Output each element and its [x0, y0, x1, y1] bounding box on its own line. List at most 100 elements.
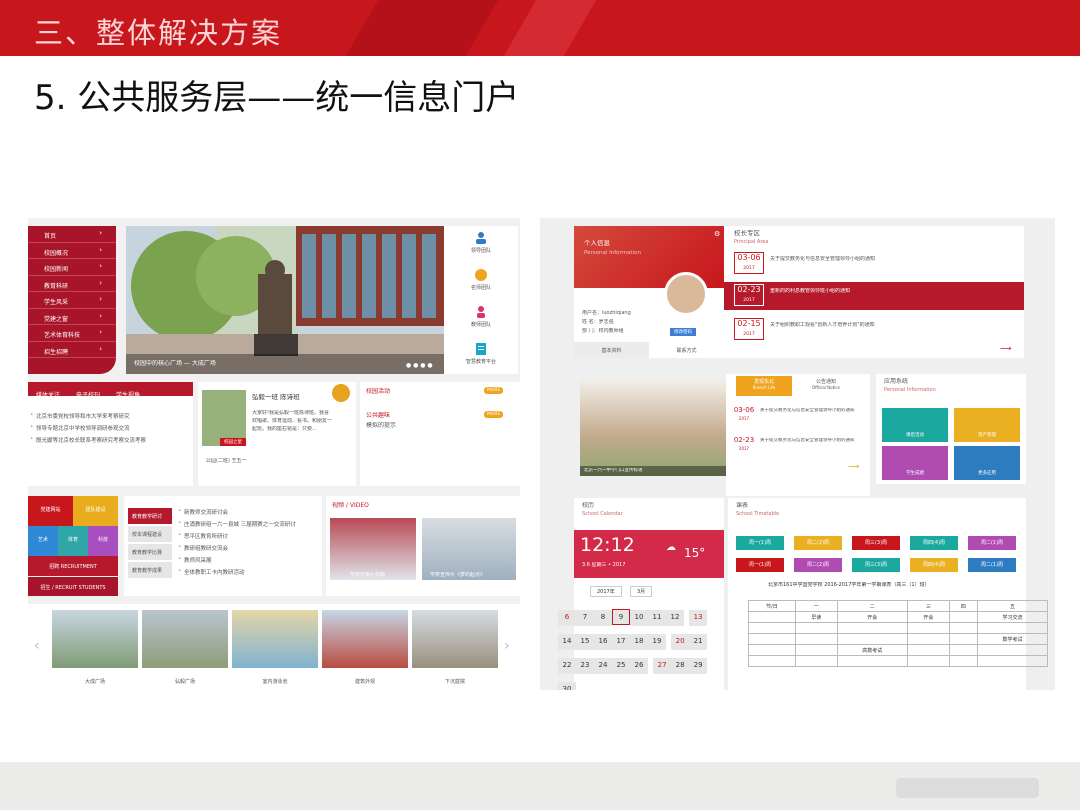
- week-button[interactable]: 周二(2)周: [794, 536, 842, 550]
- app-tile[interactable]: 资产管理: [954, 408, 1020, 442]
- change-password-button[interactable]: 修改密码: [670, 328, 696, 336]
- tab[interactable]: 电子校刊: [68, 387, 108, 402]
- calendar-day[interactable]: 8: [594, 610, 612, 626]
- link-teachers[interactable]: 名师团队: [444, 263, 518, 300]
- tile[interactable]: 艺术: [28, 526, 58, 556]
- app-tile[interactable]: 课后活动: [882, 408, 948, 442]
- sub-tab[interactable]: 校本课程建设: [128, 526, 172, 542]
- list-item[interactable]: 教研组教研交流会: [176, 542, 320, 554]
- calendar-day[interactable]: 16: [594, 634, 612, 650]
- table-cell[interactable]: 开会: [836, 611, 908, 623]
- calendar-day[interactable]: 10: [630, 610, 648, 626]
- menu-item[interactable]: 校园新闻: [28, 259, 116, 276]
- calendar-day[interactable]: 27: [653, 658, 672, 674]
- tab-branch[interactable]: 发现东北 Branch Life: [736, 376, 792, 396]
- calendar-day[interactable]: 30: [558, 682, 576, 690]
- news-item[interactable]: 北京市委党校领导和市大学来考察研究: [28, 410, 193, 422]
- table-cell[interactable]: [976, 655, 1049, 667]
- principal-item[interactable]: 重新的的利息教管领导班小组的通知: [770, 288, 850, 294]
- gear-icon[interactable]: ⚙: [714, 230, 720, 238]
- calendar-day[interactable]: 12: [666, 610, 684, 626]
- week-button[interactable]: 周三(3)周: [852, 536, 900, 550]
- principal-item[interactable]: 关于组织教职工观看"创新人才培养计划"的通知: [770, 322, 875, 328]
- menu-item[interactable]: 党建之窗: [28, 309, 116, 325]
- tab-basic[interactable]: 基本资料: [574, 342, 649, 358]
- link-platform[interactable]: 智慧教育平台: [444, 337, 518, 374]
- list-item[interactable]: 庄涌教研组一六一县城 三届期赛之一交流研讨: [176, 518, 320, 530]
- table-cell[interactable]: [906, 633, 950, 645]
- table-cell[interactable]: [836, 622, 908, 634]
- table-cell[interactable]: 高数考试: [836, 644, 908, 656]
- week-button[interactable]: 周三(3)周: [852, 558, 900, 572]
- gallery-thumb[interactable]: [52, 610, 138, 668]
- table-cell[interactable]: [976, 622, 1049, 634]
- tile[interactable]: 团队建设: [73, 496, 118, 526]
- tab[interactable]: 学生视角: [108, 387, 148, 402]
- table-cell[interactable]: [906, 622, 950, 634]
- calendar-day[interactable]: 21: [689, 634, 708, 650]
- tile[interactable]: 科技: [88, 526, 118, 556]
- app-tile[interactable]: 学生成绩: [882, 446, 948, 480]
- more-button[interactable]: MORE: [484, 411, 504, 418]
- table-cell[interactable]: [794, 622, 838, 634]
- calendar-day[interactable]: 19: [648, 634, 666, 650]
- app-tile[interactable]: 更多应用: [954, 446, 1020, 480]
- table-cell[interactable]: 开会: [906, 611, 950, 623]
- notice-item[interactable]: 模拟的提示: [366, 422, 396, 429]
- sub-tab-active[interactable]: 教育教学研讨: [128, 508, 172, 524]
- list-item[interactable]: 思平区教育所研讨: [176, 530, 320, 542]
- video-thumb[interactable]: [422, 518, 516, 580]
- table-cell[interactable]: [794, 644, 838, 656]
- list-item[interactable]: 新教师交流研讨会: [176, 506, 320, 518]
- notice-item[interactable]: 关于提交教务化与信息安全管理领导小组的通知: [760, 408, 868, 413]
- students-button[interactable]: 招生 / RECRUIT STUDENTS: [28, 577, 118, 596]
- gallery-thumb[interactable]: [142, 610, 228, 668]
- calendar-day[interactable]: 26: [630, 658, 648, 674]
- calendar-day[interactable]: 15: [576, 634, 594, 650]
- table-cell[interactable]: [794, 633, 838, 645]
- tab[interactable]: 媒体关注: [28, 387, 68, 402]
- table-cell[interactable]: [906, 644, 950, 656]
- week-button[interactable]: 周一(1)周: [736, 558, 784, 572]
- week-button[interactable]: 周四(4)周: [910, 536, 958, 550]
- table-cell[interactable]: 早读: [794, 611, 838, 623]
- menu-item[interactable]: 招生招聘: [28, 342, 116, 358]
- menu-item[interactable]: 学生风采: [28, 292, 116, 309]
- week-button[interactable]: 周二(1)周: [968, 536, 1016, 550]
- arrow-right-icon[interactable]: ⟶: [848, 462, 859, 471]
- tab-contact[interactable]: 联系方式: [649, 342, 724, 358]
- chevron-left-icon[interactable]: ‹: [34, 638, 40, 654]
- sub-tab[interactable]: 教育教学成果: [128, 562, 172, 578]
- table-cell[interactable]: [976, 644, 1049, 656]
- table-cell[interactable]: 学习交流: [976, 611, 1049, 623]
- calendar-day[interactable]: 7: [576, 610, 594, 626]
- list-item[interactable]: 全体教职工卡内教研活动: [176, 566, 320, 578]
- table-cell[interactable]: [948, 655, 978, 667]
- table-cell[interactable]: [948, 611, 978, 623]
- menu-item[interactable]: 教育科研: [28, 276, 116, 292]
- news-item[interactable]: 领导专题北京中学校领导调研参观交流: [28, 422, 193, 434]
- more-button[interactable]: MORE: [484, 387, 504, 394]
- gallery-thumb[interactable]: [412, 610, 498, 668]
- chevron-right-icon[interactable]: ›: [504, 638, 510, 654]
- list-item[interactable]: 教师风采展: [176, 554, 320, 566]
- menu-item[interactable]: 校园概况: [28, 243, 116, 259]
- calendar-day[interactable]: 18: [630, 634, 648, 650]
- month-select[interactable]: 3月: [630, 586, 653, 597]
- calendar-day[interactable]: 24: [594, 658, 612, 674]
- calendar-day[interactable]: 9: [612, 609, 630, 625]
- table-cell[interactable]: 数学考试: [976, 633, 1049, 645]
- sub-tab[interactable]: 教育教学比赛: [128, 544, 172, 560]
- calendar-day[interactable]: 17: [612, 634, 630, 650]
- table-cell[interactable]: [906, 655, 950, 667]
- notice-item[interactable]: 关于提交教务化与信息安全管理领导小组的通知: [760, 438, 868, 443]
- week-button[interactable]: 周一(1)周: [736, 536, 784, 550]
- calendar-day[interactable]: 29: [689, 658, 708, 674]
- tile[interactable]: 体育: [58, 526, 88, 556]
- calendar-day[interactable]: 28: [671, 658, 690, 674]
- recruit-button[interactable]: 招聘 RECRUITMENT: [28, 556, 118, 576]
- calendar-day[interactable]: 20: [671, 634, 690, 650]
- week-button[interactable]: 周四(4)周: [910, 558, 958, 572]
- week-button[interactable]: 周二(2)周: [794, 558, 842, 572]
- table-cell[interactable]: [794, 655, 838, 667]
